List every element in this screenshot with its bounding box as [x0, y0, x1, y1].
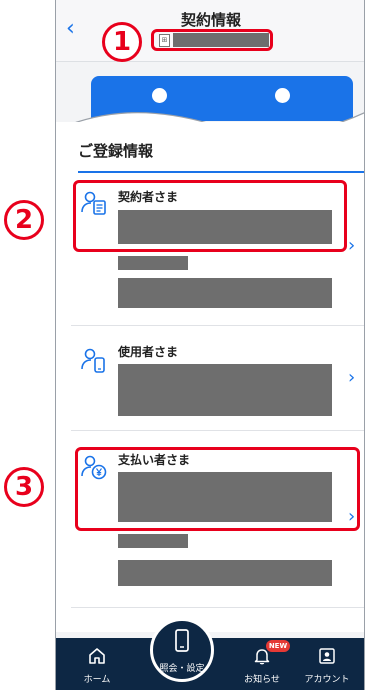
annotation-number-2: 2 [4, 200, 44, 240]
card-dot-left [152, 88, 167, 103]
redacted-name [118, 364, 332, 416]
new-badge: NEW [266, 640, 290, 652]
chevron-right-icon: › [348, 235, 356, 256]
tab-notice[interactable]: NEW お知らせ [232, 638, 292, 690]
redacted-address [118, 560, 332, 586]
smartphone-icon [175, 629, 189, 652]
tab-home[interactable]: ホーム [67, 638, 127, 690]
annotation-number-1: 1 [102, 22, 142, 62]
card-dot-right [275, 88, 290, 103]
highlight-box-contractor [73, 180, 347, 252]
tab-notice-label: お知らせ [244, 675, 280, 685]
highlight-box-phone [151, 29, 273, 51]
row-divider [71, 607, 364, 608]
chevron-right-icon: › [348, 367, 356, 388]
account-icon [319, 648, 335, 664]
row-divider [71, 430, 364, 431]
bottom-tab-bar: ホーム 照会・設定 NEW お知らせ アカウント [56, 618, 364, 690]
page-title: 契約情報 [180, 11, 241, 29]
tab-account[interactable]: アカウント [297, 638, 357, 690]
row-user[interactable]: 使用者さま › [56, 332, 364, 432]
phone-screen: ‹ 契約情報 ⊞ ご登録情報 契約者さま › 使用者さま › 支払い者さま › … [55, 0, 365, 690]
user-phone-icon [81, 348, 105, 373]
tab-account-label: アカウント [304, 675, 350, 685]
section-title: ご登録情報 [78, 142, 154, 160]
tab-inquiry-settings[interactable]: 照会・設定 [150, 618, 214, 682]
tab-home-label: ホーム [83, 675, 111, 685]
section-underline [78, 171, 364, 173]
redacted-detail [118, 534, 188, 548]
highlight-box-payer [75, 447, 360, 531]
row-divider [71, 325, 364, 326]
row-label: 使用者さま [118, 345, 179, 359]
annotation-number-3: 3 [4, 467, 44, 507]
redacted-detail [118, 256, 188, 270]
home-icon [89, 648, 105, 664]
tab-inquiry-label: 照会・設定 [159, 664, 205, 674]
redacted-address [118, 278, 332, 308]
